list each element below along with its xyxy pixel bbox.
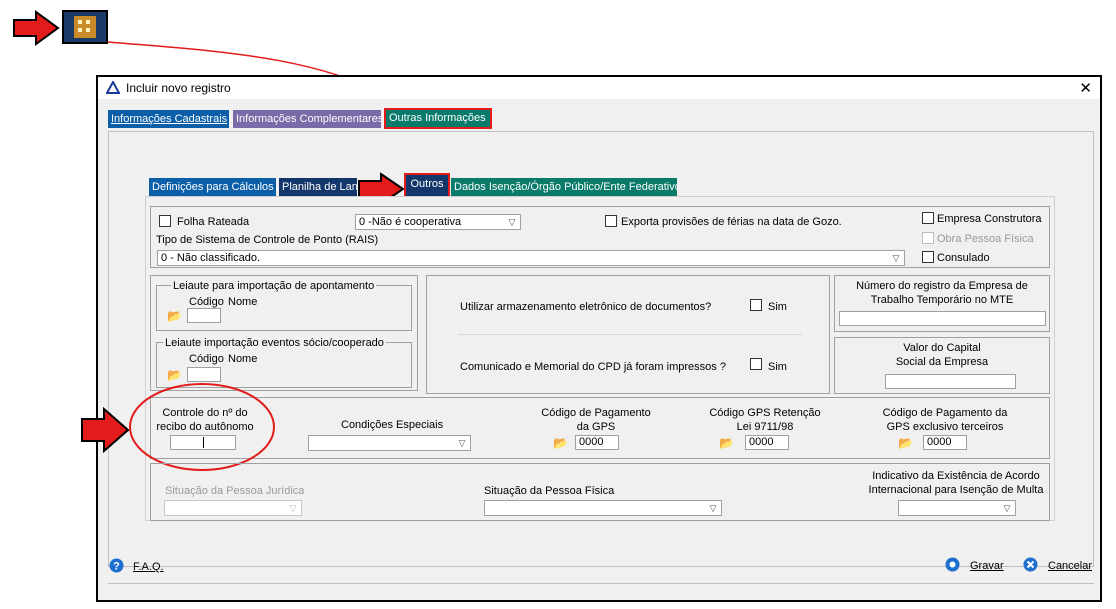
red-arrow-left bbox=[81, 407, 130, 453]
warning-icon bbox=[106, 81, 120, 94]
empresa-construtora-label: Empresa Construtora bbox=[937, 213, 1042, 225]
condicoes-especiais-select[interactable]: ▽ bbox=[308, 435, 471, 451]
codigo-gps-terceiros-value: 0000 bbox=[927, 436, 952, 448]
codigo-gps-value: 0000 bbox=[579, 436, 604, 448]
codigo-gps-terceiros-input[interactable]: 0000 bbox=[923, 435, 967, 450]
tipo-sistema-select[interactable]: 0 - Não classificado. ▽ bbox=[157, 250, 905, 266]
chevron-down-icon: ▽ bbox=[709, 503, 717, 513]
codigo-gps-retencao-input[interactable]: 0000 bbox=[745, 435, 789, 450]
codigo-gps-input[interactable]: 0000 bbox=[575, 435, 619, 450]
chevron-down-icon: ▽ bbox=[458, 438, 466, 448]
leiaute-eventos-codigo-input[interactable] bbox=[187, 367, 221, 382]
codigo-label-1: Código bbox=[189, 296, 224, 308]
comunicado-sim-label: Sim bbox=[768, 361, 787, 373]
tipo-sistema-label: Tipo de Sistema de Controle de Ponto (RA… bbox=[156, 234, 379, 246]
condicoes-especiais-label: Condições Especiais bbox=[341, 419, 444, 431]
codigo-label-2: Código bbox=[189, 353, 224, 365]
folder-icon[interactable]: 📂 bbox=[553, 437, 569, 449]
codigo-gps-terceiros-label: Código de Pagamento da GPS exclusivo ter… bbox=[882, 407, 1008, 433]
folder-icon[interactable]: 📂 bbox=[898, 437, 914, 449]
situacao-pf-select[interactable]: ▽ bbox=[484, 500, 722, 516]
consulado-label: Consulado bbox=[937, 252, 990, 264]
leiaute-apontamento-label: Leiaute para importação de apontamento bbox=[171, 280, 377, 292]
folder-icon[interactable]: 📂 bbox=[167, 369, 183, 381]
cancel-icon bbox=[1023, 557, 1038, 572]
armazenamento-label: Utilizar armazenamento eletrônico de doc… bbox=[460, 301, 712, 313]
numero-registro-input[interactable] bbox=[839, 311, 1046, 326]
status-bar bbox=[108, 583, 1094, 601]
title-bar: Incluir novo registro ✕ bbox=[98, 77, 1100, 99]
tab-informacoes-cadastrais[interactable]: Informações Cadastrais bbox=[108, 110, 229, 128]
situacao-pj-select: ▽ bbox=[164, 500, 302, 516]
close-icon[interactable]: ✕ bbox=[1079, 79, 1092, 97]
chevron-down-icon: ▽ bbox=[1003, 503, 1011, 513]
exporta-provisoes-checkbox[interactable] bbox=[605, 215, 617, 227]
cancelar-button[interactable]: Cancelar bbox=[1048, 560, 1092, 572]
chevron-down-icon: ▽ bbox=[892, 253, 900, 263]
tab-dados-isencao[interactable]: Dados Isenção/Órgão Público/Ente Federat… bbox=[451, 178, 677, 196]
tab-definicoes-calculos[interactable]: Definições para Cálculos bbox=[149, 178, 276, 196]
leiaute-apontamento-codigo-input[interactable] bbox=[187, 308, 221, 323]
consulado-checkbox[interactable] bbox=[922, 251, 934, 263]
situacao-pf-label: Situação da Pessoa Física bbox=[484, 485, 615, 497]
folha-rateada-checkbox[interactable] bbox=[159, 215, 171, 227]
capital-social-input[interactable] bbox=[885, 374, 1016, 389]
tab-informacoes-complementares[interactable]: Informações Complementares bbox=[233, 110, 381, 128]
codigo-gps-retencao-value: 0000 bbox=[749, 436, 774, 448]
tab-planilha-lancamentos[interactable]: Planilha de Lan bbox=[279, 178, 357, 196]
divider bbox=[458, 334, 802, 335]
indicativo-acordo-label: Indicativo da Existência de Acordo Inter… bbox=[868, 470, 1044, 496]
folder-icon[interactable]: 📂 bbox=[719, 437, 735, 449]
codigo-gps-label: Código de Pagamento da GPS bbox=[541, 407, 651, 433]
controle-recibo-label: Controle do nº do recibo do autônomo bbox=[156, 407, 254, 433]
gravar-button[interactable]: Gravar bbox=[970, 560, 1004, 572]
text-cursor bbox=[203, 437, 204, 448]
numero-registro-label: Número do registro da Empresa de Trabalh… bbox=[856, 280, 1028, 306]
nome-label-2: Nome bbox=[228, 353, 258, 365]
folha-rateada-label: Folha Rateada bbox=[177, 216, 250, 228]
chevron-down-icon: ▽ bbox=[508, 217, 516, 227]
faq-link[interactable]: F.A.Q. bbox=[133, 561, 164, 573]
help-icon[interactable]: ? bbox=[109, 558, 124, 573]
controle-recibo-input[interactable] bbox=[170, 435, 236, 450]
tab-outros[interactable]: Outros bbox=[404, 173, 450, 198]
leiaute-eventos-label: Leiaute importação eventos sócio/coopera… bbox=[163, 337, 386, 349]
window-title: Incluir novo registro bbox=[126, 81, 231, 95]
nome-label-1: Nome bbox=[228, 296, 258, 308]
armazenamento-checkbox[interactable] bbox=[750, 299, 762, 311]
situacao-pj-label: Situação da Pessoa Jurídica bbox=[165, 485, 305, 497]
indicativo-acordo-select[interactable]: ▽ bbox=[898, 500, 1016, 516]
armazenamento-sim-label: Sim bbox=[768, 301, 787, 313]
codigo-gps-retencao-label: Código GPS Retenção Lei 9711/98 bbox=[709, 407, 821, 433]
chevron-down-icon: ▽ bbox=[289, 503, 297, 513]
obra-pessoa-fisica-label: Obra Pessoa Física bbox=[937, 233, 1034, 245]
obra-pessoa-fisica-checkbox bbox=[922, 232, 934, 244]
tipo-sistema-value: 0 - Não classificado. bbox=[161, 252, 261, 264]
cooperativa-select-value: 0 -Não é cooperativa bbox=[359, 216, 462, 228]
dialog-window: Incluir novo registro ✕ Informações Cada… bbox=[81, 75, 1102, 602]
comunicado-label: Comunicado e Memorial do CPD já foram im… bbox=[460, 361, 726, 373]
tab-outras-informacoes[interactable]: Outras Informações bbox=[384, 108, 492, 129]
save-icon bbox=[945, 557, 960, 572]
empresa-construtora-checkbox[interactable] bbox=[922, 212, 934, 224]
exporta-provisoes-label: Exporta provisões de férias na data de G… bbox=[621, 216, 842, 228]
comunicado-checkbox[interactable] bbox=[750, 358, 762, 370]
svg-text:?: ? bbox=[113, 561, 120, 573]
capital-social-label: Valor do Capital Social da Empresa bbox=[895, 342, 989, 368]
folder-icon[interactable]: 📂 bbox=[167, 310, 183, 322]
cooperativa-select[interactable]: 0 -Não é cooperativa ▽ bbox=[355, 214, 521, 230]
